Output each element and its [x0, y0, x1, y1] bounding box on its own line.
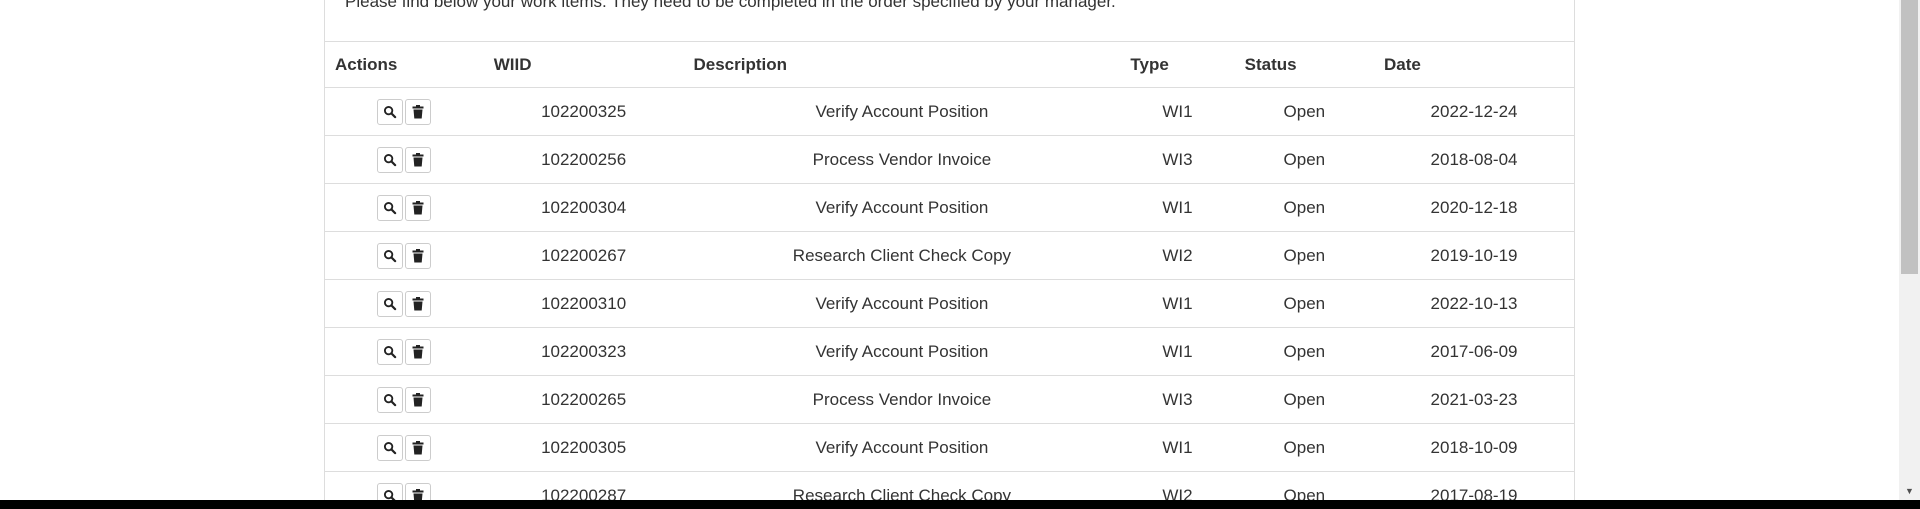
header-date: Date	[1374, 41, 1574, 88]
cell-type: WI1	[1120, 183, 1235, 232]
cell-status: Open	[1234, 375, 1375, 424]
delete-item-button[interactable]	[405, 434, 432, 461]
cell-status: Open	[1234, 231, 1375, 280]
cell-date: 2018-08-04	[1374, 135, 1574, 184]
cell-date: 2022-12-24	[1374, 87, 1574, 136]
page: Please find below your work items. They …	[0, 0, 1920, 509]
table-row: 102200323 Verify Account Position WI1 Open 2…	[325, 327, 1574, 376]
view-item-button[interactable]	[377, 338, 404, 365]
table-header-row: Actions WIID Description Type Status Dat…	[325, 41, 1574, 88]
row-actions	[325, 375, 484, 424]
view-item-button[interactable]	[377, 194, 404, 221]
cell-description: Process Vendor Invoice	[683, 135, 1121, 184]
cell-type: WI1	[1120, 327, 1235, 376]
row-actions	[325, 87, 484, 136]
cell-description: Verify Account Position	[683, 423, 1121, 472]
cell-description: Research Client Check Copy	[683, 231, 1121, 280]
cell-wiid: 102200265	[483, 375, 684, 424]
view-item-button[interactable]	[377, 386, 404, 413]
row-actions	[325, 423, 484, 472]
table-row: 102200305 Verify Account Position WI1 Open 2…	[325, 423, 1574, 472]
header-status: Status	[1234, 41, 1375, 88]
cell-status: Open	[1234, 471, 1375, 500]
cell-wiid: 102200325	[483, 87, 684, 136]
cell-date: 2017-06-09	[1374, 327, 1574, 376]
cell-type: WI2	[1120, 231, 1235, 280]
cell-description: Process Vendor Invoice	[683, 375, 1121, 424]
cell-date: 2022-10-13	[1374, 279, 1574, 328]
delete-item-button[interactable]	[405, 98, 432, 125]
cell-wiid: 102200304	[483, 183, 684, 232]
cell-wiid: 102200287	[483, 471, 684, 500]
cell-date: 2021-03-23	[1374, 375, 1574, 424]
table-row: 102200265 Process Vendor Invoice WI3 Open 20…	[325, 375, 1574, 424]
delete-item-button[interactable]	[405, 146, 432, 173]
delete-item-button[interactable]	[405, 386, 432, 413]
cell-type: WI3	[1120, 375, 1235, 424]
cell-date: 2019-10-19	[1374, 231, 1574, 280]
work-items-panel: Please find below your work items. They …	[324, 0, 1575, 500]
scroll-down-arrow[interactable]: ▼	[1899, 483, 1920, 500]
cell-description: Verify Account Position	[683, 327, 1121, 376]
vertical-scrollbar[interactable]: ▼	[1899, 0, 1920, 500]
cell-date: 2017-08-19	[1374, 471, 1574, 500]
view-item-button[interactable]	[377, 290, 404, 317]
row-actions	[325, 231, 484, 280]
row-actions	[325, 183, 484, 232]
header-type: Type	[1120, 41, 1235, 88]
row-actions	[325, 327, 484, 376]
cell-type: WI1	[1120, 423, 1235, 472]
view-item-button[interactable]	[377, 98, 404, 125]
header-wiid: WIID	[483, 41, 684, 88]
cell-wiid: 102200305	[483, 423, 684, 472]
work-items-table: Actions WIID Description Type Status Dat…	[325, 41, 1574, 500]
table-row: 102200267 Research Client Check Copy WI2 Op…	[325, 231, 1574, 280]
row-actions	[325, 279, 484, 328]
cell-date: 2020-12-18	[1374, 183, 1574, 232]
cell-wiid: 102200310	[483, 279, 684, 328]
delete-item-button[interactable]	[405, 194, 432, 221]
cell-status: Open	[1234, 183, 1375, 232]
table-row: 102200256 Process Vendor Invoice WI3 Open 20…	[325, 135, 1574, 184]
table-row: 102200310 Verify Account Position WI1 Open 2…	[325, 279, 1574, 328]
cell-wiid: 102200256	[483, 135, 684, 184]
row-actions	[325, 135, 484, 184]
delete-item-button[interactable]	[405, 290, 432, 317]
view-item-button[interactable]	[377, 482, 404, 500]
cell-description: Research Client Check Copy	[683, 471, 1121, 500]
cell-date: 2018-10-09	[1374, 423, 1574, 472]
table-row: 102200325 Verify Account Position WI1 Open 2…	[325, 87, 1574, 136]
header-description: Description	[683, 41, 1121, 88]
scrollbar-thumb[interactable]	[1901, 0, 1918, 274]
table-row: 102200304 Verify Account Position WI1 Open 2…	[325, 183, 1574, 232]
delete-item-button[interactable]	[405, 338, 432, 365]
delete-item-button[interactable]	[405, 482, 432, 500]
cell-status: Open	[1234, 135, 1375, 184]
header-actions: Actions	[325, 41, 484, 88]
cell-type: WI2	[1120, 471, 1235, 500]
view-item-button[interactable]	[377, 146, 404, 173]
cell-status: Open	[1234, 279, 1375, 328]
cell-status: Open	[1234, 423, 1375, 472]
delete-item-button[interactable]	[405, 242, 432, 269]
view-item-button[interactable]	[377, 434, 404, 461]
row-actions	[325, 471, 484, 500]
cell-type: WI1	[1120, 279, 1235, 328]
bottom-edge-bar	[0, 500, 1920, 509]
cell-description: Verify Account Position	[683, 183, 1121, 232]
table-row: 102200287 Research Client Check Copy WI2 Op…	[325, 471, 1574, 500]
intro-text: Please find below your work items. They …	[345, 0, 1116, 11]
cell-status: Open	[1234, 327, 1375, 376]
cell-type: WI3	[1120, 135, 1235, 184]
cell-description: Verify Account Position	[683, 279, 1121, 328]
view-item-button[interactable]	[377, 242, 404, 269]
cell-type: WI1	[1120, 87, 1235, 136]
cell-description: Verify Account Position	[683, 87, 1121, 136]
cell-wiid: 102200323	[483, 327, 684, 376]
cell-status: Open	[1234, 87, 1375, 136]
cell-wiid: 102200267	[483, 231, 684, 280]
